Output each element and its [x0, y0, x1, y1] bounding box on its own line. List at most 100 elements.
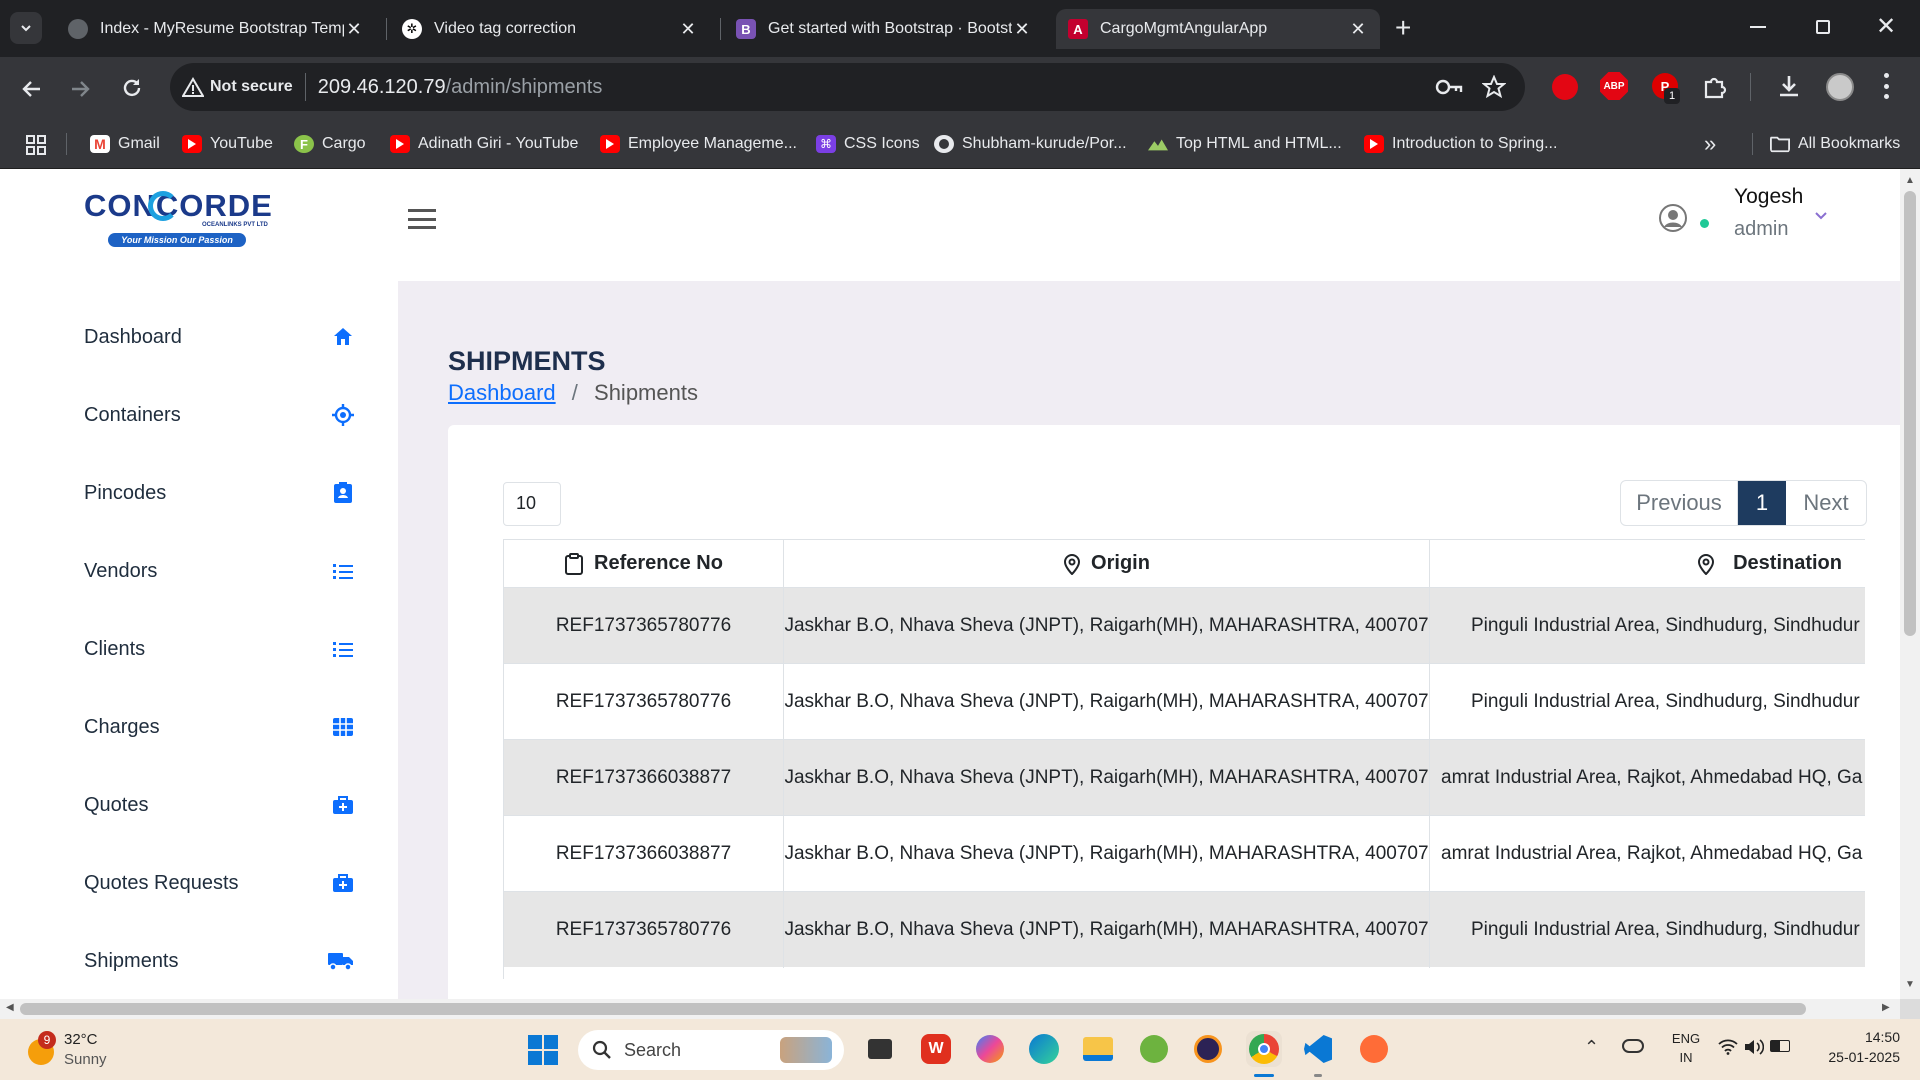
restore-button[interactable] — [1816, 20, 1830, 34]
github-icon — [934, 135, 954, 153]
sidebar-item-quotes[interactable]: Quotes — [84, 785, 354, 825]
pagination-next-button[interactable]: Next — [1786, 481, 1866, 525]
input-language[interactable]: ENG IN — [1666, 1031, 1706, 1065]
sidebar-item-dashboard[interactable]: Dashboard — [84, 317, 354, 357]
url-text[interactable]: 209.46.120.79/admin/shipments — [306, 76, 603, 99]
pagination: Previous 1 Next — [1620, 480, 1867, 526]
volume-icon[interactable] — [1744, 1039, 1764, 1055]
download-icon[interactable] — [1776, 73, 1802, 99]
chevron-down-icon[interactable] — [1814, 211, 1828, 221]
back-icon[interactable] — [20, 77, 44, 101]
chrome-icon[interactable] — [1246, 1031, 1282, 1067]
column-header-destination[interactable]: Destination — [1430, 539, 1865, 587]
breadcrumb-dashboard-link[interactable]: Dashboard — [448, 380, 556, 405]
table-row[interactable]: REF1737365780776 Jaskhar B.O, Nhava Shev… — [504, 891, 1865, 968]
close-icon[interactable]: ✕ — [344, 19, 364, 40]
cell-reference: REF1737365780776 — [504, 892, 784, 968]
taskbar-search[interactable]: Search — [578, 1030, 844, 1070]
column-header-reference[interactable]: Reference No — [504, 539, 784, 587]
tab-video-tag[interactable]: ✲ Video tag correction ✕ — [390, 9, 710, 49]
weather-widget[interactable]: 9 32°C Sunny — [24, 1029, 144, 1071]
horizontal-scrollbar[interactable]: ◀ ▶ — [0, 999, 1900, 1019]
sidebar-item-clients[interactable]: Clients — [84, 629, 354, 669]
bookmark-label: YouTube — [210, 135, 273, 152]
minimize-button[interactable] — [1750, 26, 1766, 28]
menu-toggle-icon[interactable] — [408, 209, 436, 229]
battery-icon[interactable] — [1770, 1040, 1790, 1052]
vertical-scrollbar[interactable]: ▲ ▼ — [1900, 169, 1920, 999]
close-icon[interactable]: ✕ — [1348, 19, 1368, 40]
password-key-icon[interactable] — [1435, 77, 1463, 97]
adblock-icon[interactable]: ABP — [1600, 72, 1628, 100]
task-view-icon[interactable] — [862, 1031, 898, 1067]
sidebar-item-vendors[interactable]: Vendors — [84, 551, 354, 591]
forward-icon[interactable] — [68, 77, 92, 101]
browser-menu-icon[interactable] — [1884, 73, 1890, 99]
bookmark-label: Cargo — [322, 135, 366, 152]
tab-cargo-app[interactable]: A CargoMgmtAngularApp ✕ — [1056, 9, 1380, 49]
sidebar-item-quotes-requests[interactable]: Quotes Requests — [84, 863, 354, 903]
copilot-icon[interactable] — [972, 1031, 1008, 1067]
address-bar[interactable]: Not secure 209.46.120.79/admin/shipments — [170, 63, 1525, 111]
wifi-icon[interactable] — [1718, 1039, 1738, 1055]
sidebar-item-containers[interactable]: Containers — [84, 395, 354, 435]
table-row[interactable]: REF1737366038877 Jaskhar B.O, Nhava Shev… — [504, 815, 1865, 892]
close-window-button[interactable]: ✕ — [1876, 12, 1896, 41]
spring-tool-icon[interactable] — [1136, 1031, 1172, 1067]
new-tab-button[interactable]: + — [1395, 14, 1411, 42]
security-indicator[interactable]: Not secure — [182, 73, 306, 101]
postman-icon[interactable] — [1356, 1031, 1392, 1067]
sidebar-item-charges[interactable]: Charges — [84, 707, 354, 747]
eclipse-icon[interactable] — [1190, 1031, 1226, 1067]
folder-icon — [1770, 136, 1790, 153]
column-header-origin[interactable]: Origin — [784, 539, 1430, 587]
table-row[interactable]: REF1737366038877 Jaskhar B.O, Nhava Shev… — [504, 739, 1865, 816]
table-row[interactable]: REF1737365780776 Jaskhar B.O, Nhava Shev… — [504, 663, 1865, 740]
close-icon[interactable]: ✕ — [678, 19, 698, 40]
close-icon[interactable]: ✕ — [1012, 19, 1032, 40]
edge-icon[interactable] — [1026, 1031, 1062, 1067]
bookmarks-overflow-icon[interactable]: » — [1704, 131, 1716, 157]
bookmark-github[interactable]: Shubham-kurude/Por... — [934, 129, 1127, 159]
profile-avatar[interactable] — [1826, 73, 1854, 101]
tab-bootstrap[interactable]: B Get started with Bootstrap · Bootst ✕ — [724, 9, 1044, 49]
concorde-logo[interactable]: CONCORDE OCEANLINKS PVT LTD Your Mission… — [84, 189, 284, 255]
all-bookmarks[interactable]: All Bookmarks — [1770, 129, 1900, 159]
user-menu[interactable]: Yogesh admin — [1658, 183, 1828, 253]
extension-stop-icon[interactable] — [1552, 74, 1578, 100]
start-button[interactable] — [528, 1035, 558, 1065]
column-header-label: Reference No — [594, 552, 723, 574]
bookmark-adinath[interactable]: Adinath Giri - YouTube — [390, 129, 578, 159]
reload-icon[interactable] — [120, 76, 144, 100]
tab-search-button[interactable] — [10, 12, 42, 44]
bookmark-youtube[interactable]: YouTube — [182, 129, 273, 159]
bookmark-gmail[interactable]: M Gmail — [90, 129, 160, 159]
tray-overflow-icon[interactable]: ⌃ — [1584, 1037, 1599, 1058]
bookmark-spring[interactable]: Introduction to Spring... — [1364, 129, 1557, 159]
sidebar-item-shipments[interactable]: Shipments — [84, 941, 354, 981]
file-explorer-icon[interactable] — [1080, 1031, 1116, 1067]
star-icon[interactable] — [1482, 75, 1506, 99]
cargo-icon: F — [294, 135, 314, 153]
bookmark-top-html[interactable]: Top HTML and HTML... — [1148, 129, 1342, 159]
pagination-previous-button[interactable]: Previous — [1621, 481, 1738, 525]
apps-grid-icon[interactable] — [26, 135, 46, 155]
pagination-page-1[interactable]: 1 — [1738, 481, 1786, 525]
cell-destination: amrat Industrial Area, Rajkot, Ahmedabad… — [1441, 843, 1863, 864]
bookmark-css-icons[interactable]: ⌘ CSS Icons — [816, 129, 920, 159]
tab-myresume[interactable]: Index - MyResume Bootstrap Temp ✕ — [56, 9, 376, 49]
onedrive-icon[interactable] — [1622, 1039, 1644, 1053]
vertical-scroll-thumb[interactable] — [1904, 191, 1916, 636]
bookmark-cargo[interactable]: F Cargo — [294, 129, 366, 159]
sidebar-item-pincodes[interactable]: Pincodes — [84, 473, 354, 513]
vscode-icon[interactable] — [1300, 1031, 1336, 1067]
bookmark-employee[interactable]: Employee Manageme... — [600, 129, 797, 159]
table-row[interactable]: REF1737365780776 Jaskhar B.O, Nhava Shev… — [504, 587, 1865, 664]
not-secure-label: Not secure — [210, 78, 293, 95]
page-size-select[interactable]: 10 — [503, 482, 561, 526]
shipments-table: Reference No Origin Destination REF17373… — [503, 539, 1865, 979]
horizontal-scroll-thumb[interactable] — [20, 1003, 1806, 1015]
clock[interactable]: 14:50 25-01-2025 — [1810, 1029, 1900, 1065]
extensions-puzzle-icon[interactable] — [1702, 74, 1728, 100]
wps-office-icon[interactable]: W — [918, 1031, 954, 1067]
